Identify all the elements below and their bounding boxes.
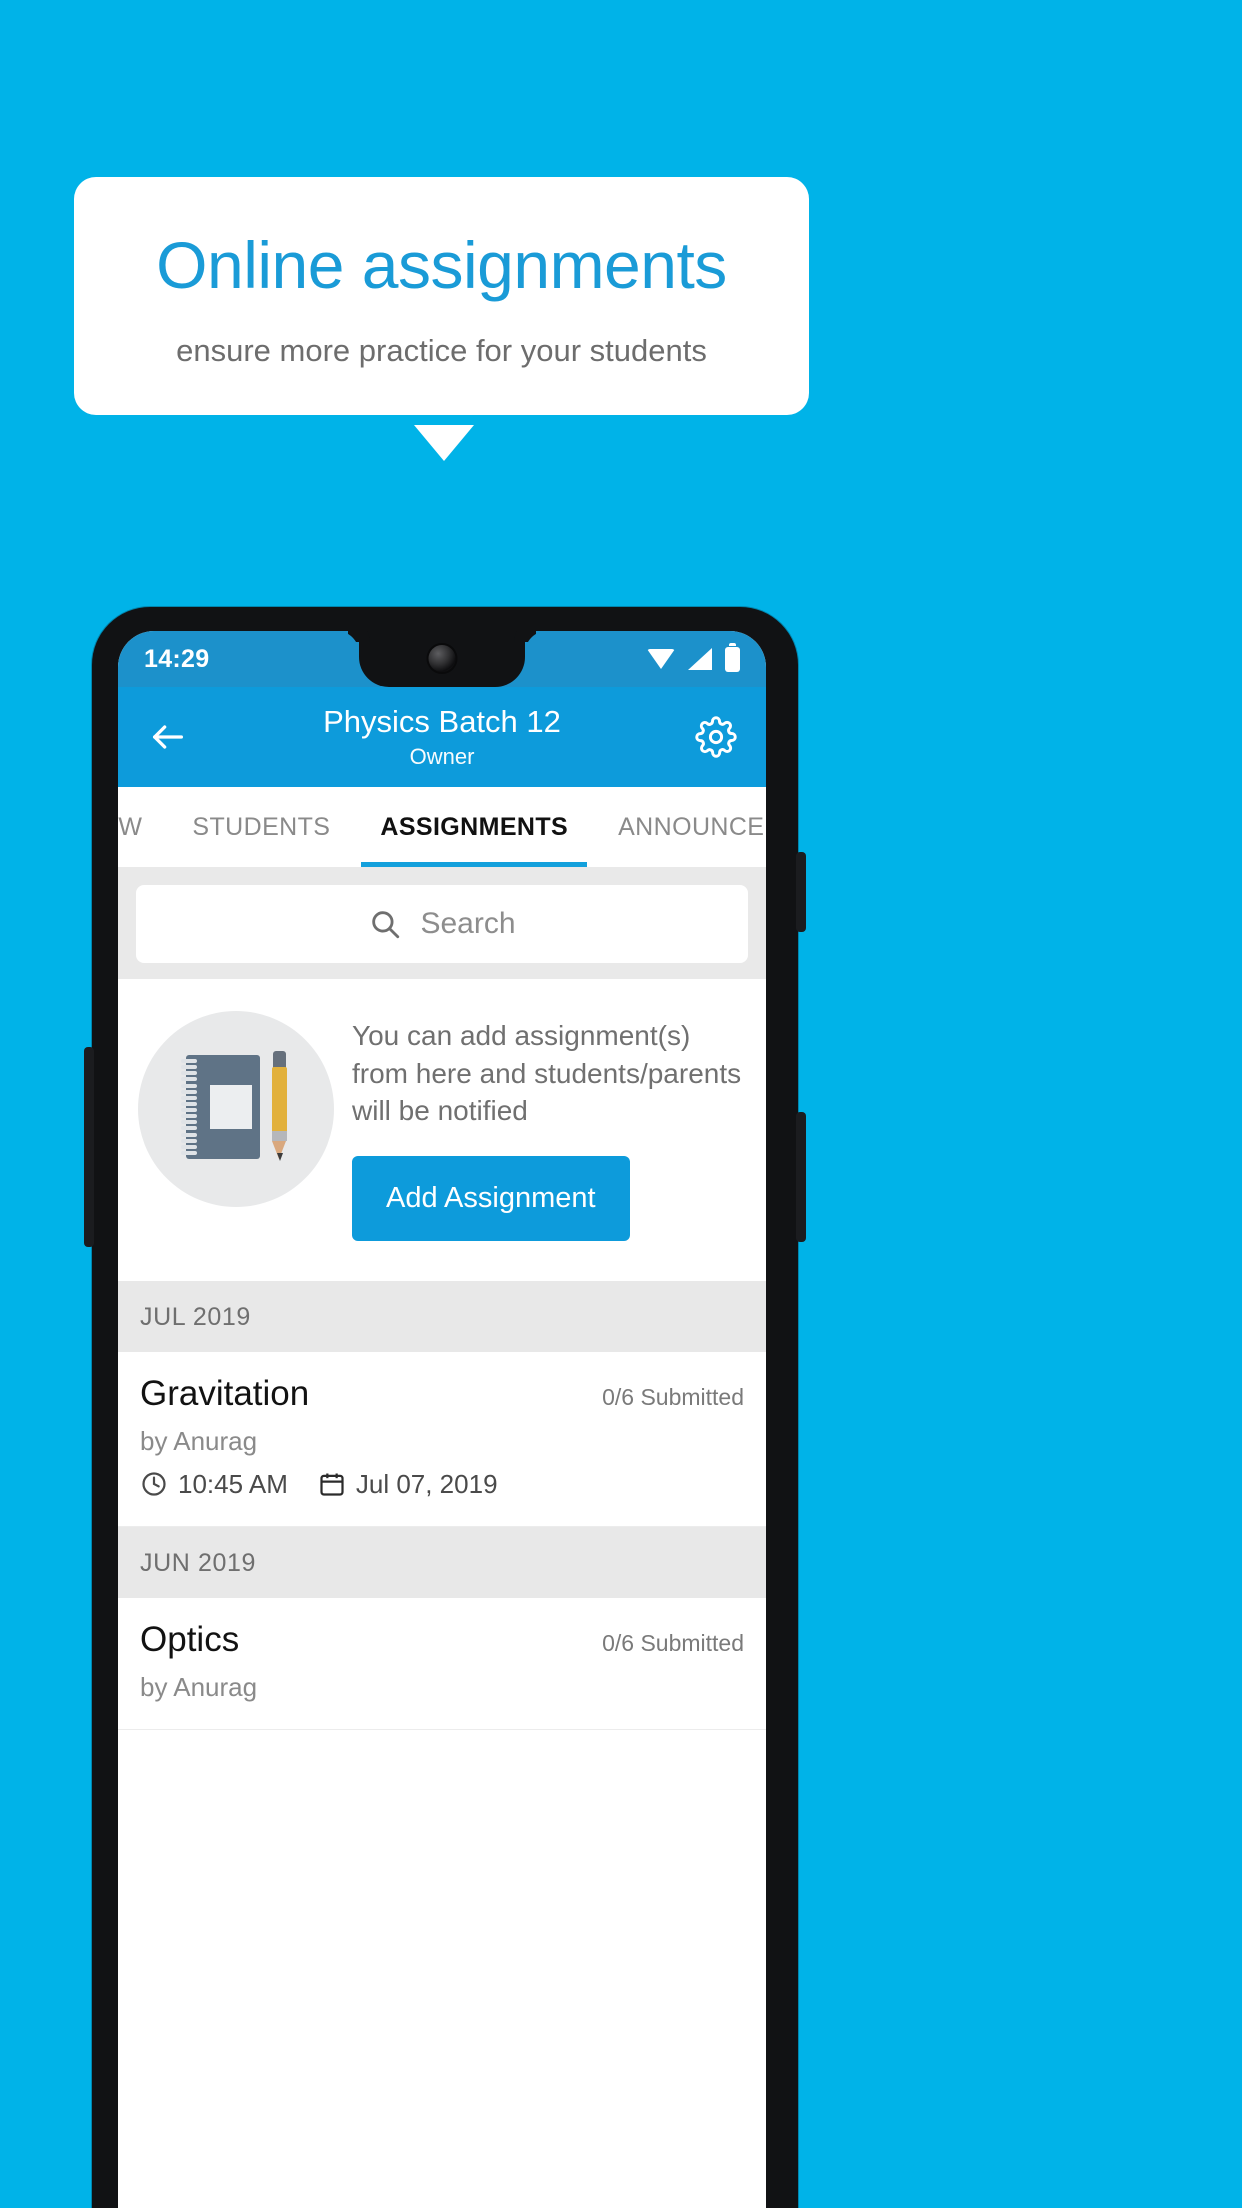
tab-students[interactable]: STUDENTS xyxy=(167,787,355,867)
tab-announcements[interactable]: ANNOUNCEM xyxy=(593,787,766,867)
arrow-left-icon xyxy=(153,725,183,749)
phone-screen: 14:29 Physics Batch 12 Owner W STUDENTS … xyxy=(118,631,766,2208)
empty-state-message: You can add assignment(s) from here and … xyxy=(352,1020,742,1127)
notebook-and-pen-icon xyxy=(138,1011,334,1207)
assignment-author: by Anurag xyxy=(140,1671,258,1702)
promo-card: Online assignments ensure more practice … xyxy=(74,177,809,416)
tab-bar[interactable]: IEW STUDENTS ASSIGNMENTS ANNOUNCEM xyxy=(118,787,766,867)
settings-button[interactable] xyxy=(690,711,742,763)
tab-assignments[interactable]: ASSIGNMENTS xyxy=(355,787,593,867)
promo-bubble-tail xyxy=(414,425,474,461)
app-bar: Physics Batch 12 Owner xyxy=(118,687,766,787)
phone-notch xyxy=(359,631,525,687)
promo-banner: Online assignments ensure more practice … xyxy=(74,177,809,461)
tab-label: IEW xyxy=(118,812,143,841)
phone-volume-button xyxy=(84,1047,94,1247)
search-placeholder: Search xyxy=(420,907,516,940)
pen-icon xyxy=(272,1051,287,1163)
page-subtitle: Owner xyxy=(409,743,475,769)
search-zone: Search xyxy=(118,867,766,979)
signal-icon xyxy=(688,648,712,670)
tab-label: STUDENTS xyxy=(192,812,331,841)
assignment-name: Gravitation xyxy=(140,1373,310,1413)
month-header-jul: JUL 2019 xyxy=(118,1280,766,1352)
gear-icon xyxy=(695,716,737,758)
calendar-icon xyxy=(320,1473,344,1496)
assignment-submitted-count: 0/6 Submitted xyxy=(602,1629,744,1656)
empty-state: You can add assignment(s) from here and … xyxy=(118,979,766,1281)
assignment-meta: 10:45 AM Jul 07, 2019 xyxy=(140,1469,744,1500)
month-header-jun: JUN 2019 xyxy=(118,1526,766,1598)
wifi-icon xyxy=(647,649,675,669)
tab-label: ANNOUNCEM xyxy=(618,812,766,841)
empty-state-content: You can add assignment(s) from here and … xyxy=(352,1011,746,1241)
back-button[interactable] xyxy=(142,711,194,763)
assignment-time: 10:45 AM xyxy=(178,1468,288,1499)
phone-power-button xyxy=(796,852,806,932)
add-assignment-button[interactable]: Add Assignment xyxy=(352,1155,630,1241)
promo-subtitle: ensure more practice for your students xyxy=(176,333,707,369)
promo-title: Online assignments xyxy=(156,228,727,302)
notebook-page xyxy=(210,1085,252,1129)
tab-label: ASSIGNMENTS xyxy=(380,812,569,841)
assignment-name: Optics xyxy=(140,1619,240,1659)
front-camera-icon xyxy=(428,645,456,672)
assignment-row[interactable]: Gravitation 0/6 Submitted by Anurag 10:4… xyxy=(118,1351,766,1527)
assignment-date: Jul 07, 2019 xyxy=(355,1468,498,1499)
search-icon xyxy=(372,911,400,939)
assignment-header: Gravitation 0/6 Submitted xyxy=(140,1374,744,1414)
status-bar-time: 14:29 xyxy=(144,644,210,673)
phone-side-button xyxy=(796,1112,806,1242)
assignment-header: Optics 0/6 Submitted xyxy=(140,1620,744,1660)
spiral-binding-icon xyxy=(181,1059,197,1155)
assignment-submitted-count: 0/6 Submitted xyxy=(602,1383,744,1410)
clock-icon xyxy=(142,1472,166,1496)
tab-overview[interactable]: IEW xyxy=(118,787,167,867)
page-title: Physics Batch 12 xyxy=(323,703,561,739)
search-input[interactable]: Search xyxy=(136,885,748,963)
battery-icon xyxy=(725,642,740,672)
app-bar-titles: Physics Batch 12 Owner xyxy=(194,703,690,771)
notebook-icon xyxy=(181,1055,260,1159)
assignment-author: by Anurag xyxy=(140,1425,258,1456)
assignment-row[interactable]: Optics 0/6 Submitted by Anurag xyxy=(118,1597,766,1730)
phone-mockup: 14:29 Physics Batch 12 Owner W STUDENTS … xyxy=(84,607,806,2208)
status-bar-icons xyxy=(647,642,740,672)
